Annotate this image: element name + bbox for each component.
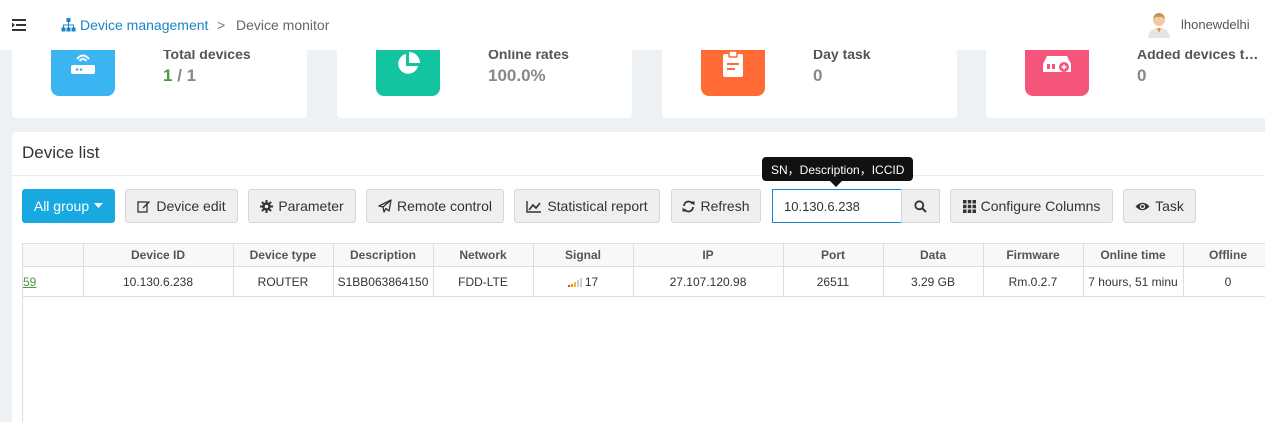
stat-value: 0	[813, 66, 823, 85]
stat-value: 100.0%	[488, 66, 546, 85]
tooltip-arrow	[830, 181, 842, 187]
eye-icon	[1135, 202, 1150, 210]
top-bar: Device management > Device monitor lhone…	[0, 0, 1265, 50]
remote-control-button[interactable]: Remote control	[366, 189, 504, 223]
signal-bars-icon	[567, 277, 582, 287]
cell-device-id: 10.130.6.238	[83, 266, 234, 297]
parameter-button[interactable]: Parameter	[248, 189, 356, 223]
caret-down-icon	[94, 203, 104, 208]
column-header-signal[interactable]: Signal	[533, 243, 634, 267]
column-header-ip[interactable]: IP	[633, 243, 784, 267]
search-input[interactable]	[772, 189, 902, 223]
column-header[interactable]	[23, 243, 84, 267]
user-name[interactable]: lhonewdelhi	[1181, 17, 1250, 32]
refresh-icon	[682, 200, 695, 212]
column-header-network[interactable]: Network	[433, 243, 534, 267]
menu-toggle-icon[interactable]	[10, 16, 28, 34]
configure-columns-button[interactable]: Configure Columns	[950, 189, 1113, 223]
panel-divider	[12, 175, 1265, 176]
search-icon	[914, 199, 927, 213]
task-button[interactable]: Task	[1123, 189, 1196, 223]
table-header-row: Device ID Device type Description Networ…	[23, 243, 1265, 267]
device-link[interactable]: 59	[23, 275, 36, 289]
column-header-data[interactable]: Data	[883, 243, 984, 267]
column-header-port[interactable]: Port	[783, 243, 884, 267]
column-header-offline[interactable]: Offline	[1183, 243, 1265, 267]
edit-icon	[137, 201, 151, 213]
cell-data: 3.29 GB	[883, 266, 984, 297]
all-group-dropdown[interactable]: All group	[22, 189, 115, 223]
stat-value: 0	[1137, 66, 1147, 85]
signal-value: 17	[584, 274, 599, 289]
device-table: Device ID Device type Description Networ…	[22, 243, 1265, 422]
cell-firmware: Rm.0.2.7	[983, 266, 1084, 297]
search-tooltip: SN，Description，ICCID	[762, 157, 914, 181]
cell-id-link: 59	[23, 266, 84, 297]
column-header-description[interactable]: Description	[333, 243, 434, 267]
breadcrumb-device-management[interactable]: Device management	[80, 17, 208, 33]
search-button[interactable]	[901, 189, 940, 223]
refresh-button[interactable]: Refresh	[671, 189, 761, 223]
cell-port: 26511	[783, 266, 884, 297]
stat-value: 1 / 1	[163, 66, 197, 85]
cell-signal: 17	[533, 266, 634, 297]
gear-icon	[260, 199, 274, 213]
device-list-panel: Device list All group Device edit Parame…	[12, 132, 1265, 422]
line-chart-icon	[526, 200, 542, 213]
cell-network: FDD-LTE	[433, 266, 534, 297]
cell-online-time: 7 hours, 51 minu	[1083, 266, 1184, 297]
breadcrumb-separator: >	[217, 17, 226, 33]
breadcrumb-current: Device monitor	[236, 17, 330, 33]
user-avatar-icon[interactable]	[1146, 11, 1172, 39]
column-header-online-time[interactable]: Online time	[1083, 243, 1184, 267]
cell-device-type: ROUTER	[233, 266, 334, 297]
cell-ip: 27.107.120.98	[633, 266, 784, 297]
statistical-report-button[interactable]: Statistical report	[514, 189, 660, 223]
grid-icon	[962, 199, 976, 213]
column-header-device-type[interactable]: Device type	[233, 243, 334, 267]
cell-description: S1BB063864150	[333, 266, 434, 297]
paper-plane-icon	[378, 199, 392, 213]
table-row[interactable]: 59 10.130.6.238 ROUTER S1BB063864150 FDD…	[23, 266, 1265, 297]
device-edit-button[interactable]: Device edit	[125, 189, 238, 223]
cell-offline: 0	[1183, 266, 1265, 297]
column-header-device-id[interactable]: Device ID	[83, 243, 234, 267]
column-header-firmware[interactable]: Firmware	[983, 243, 1084, 267]
sitemap-icon	[61, 18, 76, 32]
panel-title: Device list	[22, 143, 100, 162]
